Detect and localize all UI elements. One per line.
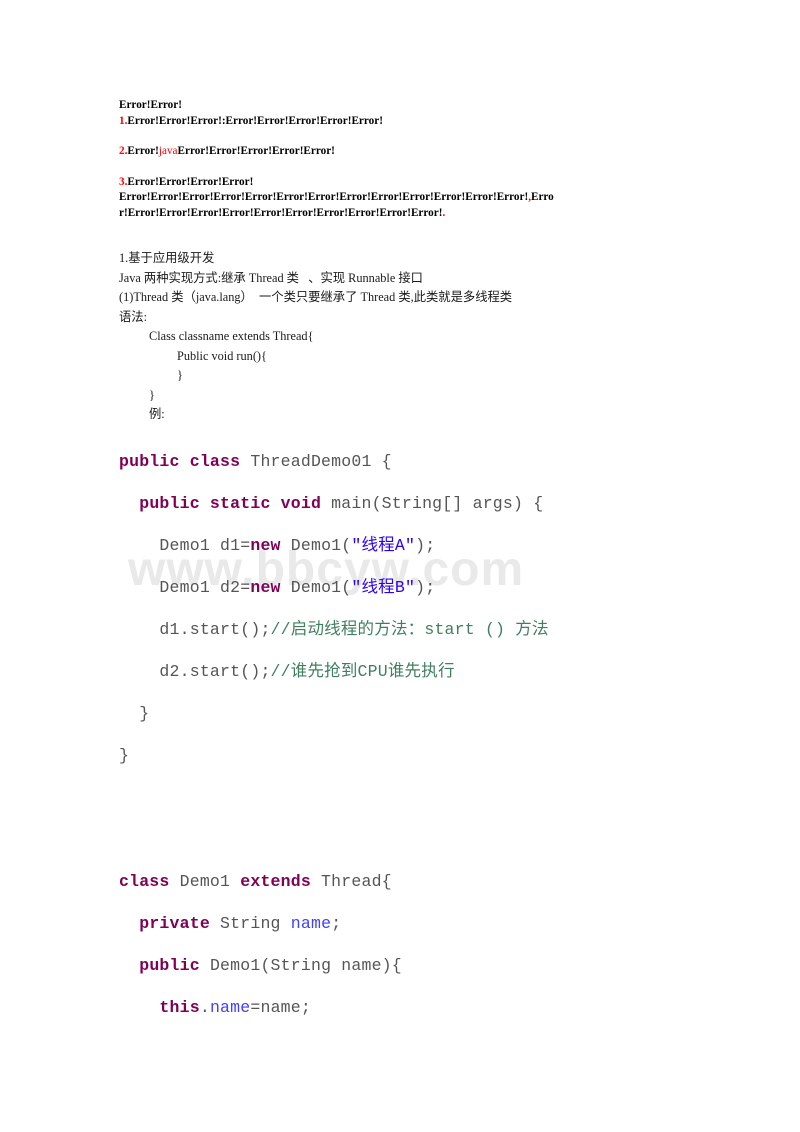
code-text: } xyxy=(119,745,130,765)
error-item-3-text: Error!Error!Error!Error! xyxy=(127,175,254,188)
body-line-9: } xyxy=(149,387,155,402)
code-comment: //启动线程的方法：start () 方法 xyxy=(270,619,549,639)
error-paragraph-line-1: Error!Error!Error!Error!Error!Error!Erro… xyxy=(119,190,681,206)
body-line-1: 1.基于应用级开发 xyxy=(119,251,215,265)
code-text: Demo1( xyxy=(280,535,352,555)
error-item-2: 2.Error!javaError!Error!Error!Error!Erro… xyxy=(119,144,681,160)
code-field-name: name xyxy=(209,997,251,1017)
code-line-6: d2.start();//谁先抢到CPU谁先执行 xyxy=(119,651,681,693)
code-text: String xyxy=(209,913,291,933)
body-line-8: } xyxy=(177,368,183,382)
error-item-2-suffix: Error!Error!Error!Error!Error! xyxy=(177,145,335,157)
code-text: d1.start(); xyxy=(159,619,271,639)
error-paragraph-tail-1: Erro xyxy=(530,191,554,203)
code-line-10: private String name; xyxy=(119,903,681,945)
error-item-2-highlight: java xyxy=(158,145,178,157)
document-content: Error!Error! 1.Error!Error!Error!:Error!… xyxy=(119,98,681,1029)
body-line-3: (1)Thread 类（java.lang） 一个类只要继承了 Thread 类… xyxy=(119,290,513,304)
code-line-1: public class ThreadDemo01 { xyxy=(119,441,681,483)
code-text: Demo1 d2= xyxy=(159,577,251,597)
code-keyword: public xyxy=(139,955,200,975)
body-line-10: 例: xyxy=(149,407,165,421)
code-text: main(String[] args) { xyxy=(321,493,544,513)
error-paragraph-text-1: Error!Error!Error!Error!Error!Error!Erro… xyxy=(119,191,529,203)
code-text: d2.start(); xyxy=(159,661,271,681)
error-title: Error!Error! xyxy=(119,99,182,111)
code-text: =name; xyxy=(250,997,311,1017)
code-text: Demo1( xyxy=(280,577,352,597)
error-item-1-text: Error!Error!Error!:Error!Error!Error!Err… xyxy=(127,114,383,127)
code-keyword: public class xyxy=(119,451,241,471)
code-blank-lines xyxy=(119,777,681,861)
code-keyword: new xyxy=(250,577,281,597)
code-text: Thread{ xyxy=(310,871,392,891)
code-keyword: public static void xyxy=(139,493,322,513)
code-line-9: class Demo1 extends Thread{ xyxy=(119,861,681,903)
code-keyword: private xyxy=(139,913,210,933)
body-line-4: 语法: xyxy=(119,309,148,324)
code-text: } xyxy=(139,703,150,723)
code-keyword: new xyxy=(250,535,281,555)
code-comment: //谁先抢到CPU谁先执行 xyxy=(270,661,455,681)
code-text: Demo1(String name){ xyxy=(199,955,402,975)
code-line-12: this.name=name; xyxy=(119,987,681,1029)
code-text: ThreadDemo01 { xyxy=(240,451,392,471)
document-page: www.bbcyw.com Error!Error! 1.Error!Error… xyxy=(0,0,800,1132)
code-line-3: Demo1 d1=new Demo1("线程A"); xyxy=(119,525,681,567)
code-text: ; xyxy=(331,913,342,933)
error-paragraph-period: . xyxy=(442,206,446,219)
code-line-7: } xyxy=(119,693,681,735)
code-keyword: this xyxy=(159,997,200,1017)
code-keyword: class xyxy=(119,871,170,891)
error-item-2-prefix: Error! xyxy=(127,145,159,157)
error-field-block: Error!Error! 1.Error!Error!Error!:Error!… xyxy=(119,98,681,221)
code-string-literal: "线程B" xyxy=(351,577,416,597)
error-paragraph-line-2: r!Error!Error!Error!Error!Error!Error!Er… xyxy=(119,206,681,222)
code-line-8: } xyxy=(119,735,681,777)
body-line-2: Java 两种实现方式:继承 Thread 类 、实现 Runnable 接口 xyxy=(119,270,423,285)
code-text: Demo1 xyxy=(169,871,241,891)
code-line-5: d1.start();//启动线程的方法：start () 方法 xyxy=(119,609,681,651)
code-line-4: Demo1 d2=new Demo1("线程B"); xyxy=(119,567,681,609)
code-text: ); xyxy=(415,535,436,555)
body-line-6: Public void run(){ xyxy=(177,348,267,363)
code-text: . xyxy=(199,997,210,1017)
code-text: ); xyxy=(415,577,436,597)
error-item-1: 1.Error!Error!Error!:Error!Error!Error!E… xyxy=(119,114,681,130)
body-text-block: 1.基于应用级开发 Java 两种实现方式:继承 Thread 类 、实现 Ru… xyxy=(119,249,681,425)
java-code-block: public class ThreadDemo01 { public stati… xyxy=(119,441,681,1029)
code-field-name: name xyxy=(290,913,332,933)
code-text: Demo1 d1= xyxy=(159,535,251,555)
code-keyword: extends xyxy=(240,871,311,891)
body-line-5: Class classname extends Thread{ xyxy=(149,329,314,343)
error-item-3: 3.Error!Error!Error!Error! xyxy=(119,175,681,191)
code-string-literal: "线程A" xyxy=(351,535,416,555)
code-line-11: public Demo1(String name){ xyxy=(119,945,681,987)
error-paragraph-text-2: r!Error!Error!Error!Error!Error!Error!Er… xyxy=(119,206,443,219)
code-line-2: public static void main(String[] args) { xyxy=(119,483,681,525)
